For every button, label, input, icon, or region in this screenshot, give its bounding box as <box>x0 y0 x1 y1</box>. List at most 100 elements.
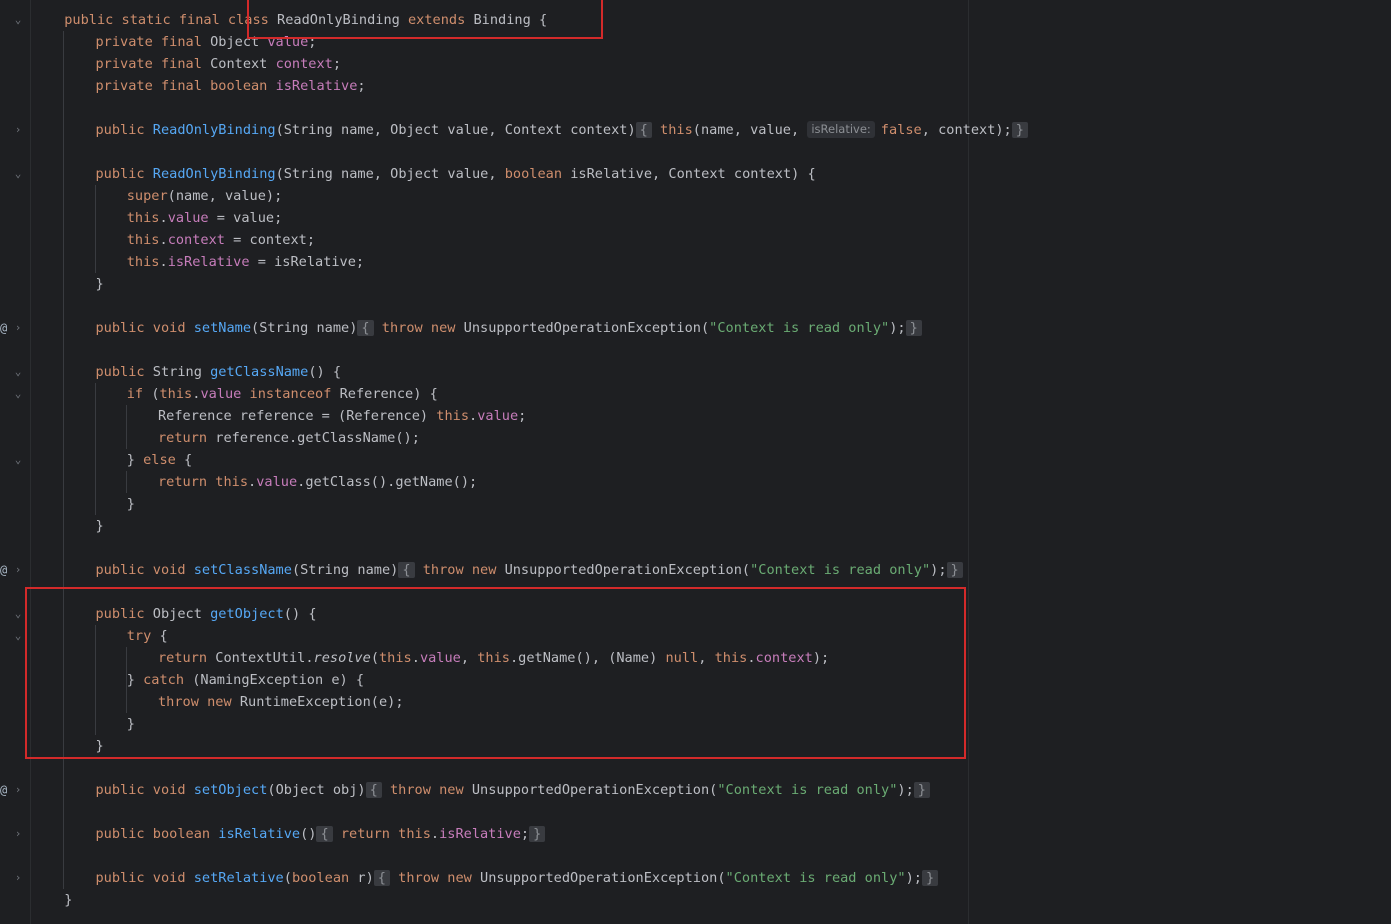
code-token: ); <box>897 782 914 798</box>
code-token: ( <box>283 870 292 886</box>
fold-toggle-icon[interactable]: ⌄ <box>13 361 23 383</box>
fold-toggle-icon[interactable]: › <box>13 867 23 889</box>
fold-toggle-icon[interactable]: › <box>13 119 23 141</box>
code-line[interactable]: return this.value.getClass().getName(); <box>158 471 477 493</box>
code-token: ); <box>812 650 830 666</box>
code-token: . <box>248 474 257 490</box>
code-token: setRelative <box>193 870 284 886</box>
code-line[interactable]: } else { <box>127 449 192 471</box>
code-line[interactable]: public ReadOnlyBinding(String name, Obje… <box>96 163 816 185</box>
fold-toggle-icon[interactable]: › <box>13 559 23 581</box>
code-line[interactable]: return reference.getClassName(); <box>158 427 420 449</box>
code-line[interactable]: } <box>96 735 104 757</box>
code-line[interactable]: public void setObject(Object obj){ throw… <box>96 779 930 801</box>
code-token: ContextUtil. <box>215 650 314 666</box>
code-line[interactable]: } <box>127 493 135 515</box>
code-token: isRelative <box>218 826 301 842</box>
folded-region[interactable]: } <box>946 562 963 578</box>
code-token: value <box>256 474 298 490</box>
folded-region[interactable]: } <box>905 320 922 336</box>
override-marker-icon[interactable]: @ <box>0 559 7 581</box>
code-line[interactable]: throw new RuntimeException(e); <box>158 691 404 713</box>
fold-toggle-icon[interactable]: ⌄ <box>13 449 23 471</box>
code-line[interactable]: public void setRelative(boolean r){ thro… <box>96 867 939 889</box>
folded-region[interactable]: { <box>398 562 415 578</box>
folded-region[interactable]: { <box>373 870 390 886</box>
folded-region[interactable]: } <box>529 826 546 842</box>
code-line[interactable]: } catch (NamingException e) { <box>127 669 364 691</box>
code-line[interactable]: if (this.value instanceof Reference) { <box>127 383 438 405</box>
code-line[interactable]: } <box>64 889 72 911</box>
code-token: UnsupportedOperationException( <box>480 870 726 886</box>
override-marker-icon[interactable]: @ <box>0 317 7 339</box>
code-token: r) <box>357 870 374 886</box>
code-line[interactable]: } <box>96 515 104 537</box>
code-line[interactable]: public static final class ReadOnlyBindin… <box>64 9 547 31</box>
code-token: } <box>95 518 104 534</box>
code-line[interactable]: } <box>96 273 104 295</box>
folded-region[interactable]: { <box>635 122 652 138</box>
code-line[interactable]: Reference reference = (Reference) this.v… <box>158 405 526 427</box>
code-line[interactable]: public void setName(String name){ throw … <box>96 317 922 339</box>
indent-guide <box>125 405 127 449</box>
code-token: ); <box>930 562 947 578</box>
folded-region[interactable]: { <box>357 320 374 336</box>
code-token: } <box>95 738 104 754</box>
code-token: { <box>184 452 193 468</box>
code-line[interactable]: public Object getObject() { <box>96 603 317 625</box>
override-marker-icon[interactable]: @ <box>0 779 7 801</box>
code-line[interactable]: private final Object value; <box>96 31 317 53</box>
code-token: , <box>460 650 478 666</box>
code-token: , context); <box>921 122 1012 138</box>
code-token: isRelative <box>275 78 358 94</box>
code-line[interactable]: private final boolean isRelative; <box>96 75 366 97</box>
code-line[interactable]: public void setClassName(String name){ t… <box>96 559 963 581</box>
code-token: . <box>159 254 168 270</box>
code-token: Object <box>210 34 268 50</box>
code-token: false <box>880 122 922 138</box>
code-line[interactable]: public ReadOnlyBinding(String name, Obje… <box>96 119 1028 141</box>
code-line[interactable]: return ContextUtil.resolve(this.value, t… <box>158 647 829 669</box>
fold-toggle-icon[interactable]: ⌄ <box>13 383 23 405</box>
code-token: ; <box>520 826 530 842</box>
code-editor[interactable]: ⌄ › ⌄ › ⌄ ⌄ ⌄ › ⌄ ⌄ › › › @ @ @ public static final cla… <box>0 0 1391 924</box>
fold-toggle-icon[interactable]: › <box>13 823 23 845</box>
folded-region[interactable]: { <box>316 826 333 842</box>
fold-toggle-icon[interactable]: › <box>13 317 23 339</box>
folded-region[interactable]: } <box>1011 122 1028 138</box>
code-token: null <box>665 650 699 666</box>
code-token: throw new <box>158 694 240 710</box>
code-token: . <box>430 826 440 842</box>
indent-guide <box>94 383 96 515</box>
code-token: } <box>126 496 135 512</box>
code-line[interactable]: this.value = value; <box>127 207 283 229</box>
code-token: "Context is read only" <box>725 870 906 886</box>
folded-region[interactable]: } <box>921 870 939 886</box>
code-token: getObject <box>210 606 284 622</box>
code-line[interactable]: public boolean isRelative(){ return this… <box>96 823 546 845</box>
code-line[interactable]: this.isRelative = isRelative; <box>127 251 364 273</box>
fold-toggle-icon[interactable]: ⌄ <box>13 9 23 31</box>
code-token: ( <box>151 386 160 402</box>
fold-toggle-icon[interactable]: ⌄ <box>13 625 23 647</box>
code-token: ReadOnlyBinding <box>152 166 276 182</box>
code-token: return this <box>158 474 249 490</box>
code-line[interactable]: private final Context context; <box>96 53 342 75</box>
code-token: ; <box>308 34 317 50</box>
fold-toggle-icon[interactable]: › <box>13 779 23 801</box>
code-line[interactable]: super(name, value); <box>127 185 283 207</box>
folded-region[interactable]: { <box>365 782 382 798</box>
fold-toggle-icon[interactable]: ⌄ <box>13 603 23 625</box>
code-token: UnsupportedOperationException( <box>471 782 718 798</box>
folded-region[interactable]: } <box>913 782 930 798</box>
code-line[interactable]: public String getClassName() { <box>96 361 342 383</box>
code-token: isRelative, Context context) { <box>570 166 816 182</box>
code-line[interactable]: try { <box>127 625 168 647</box>
code-token: this <box>159 386 193 402</box>
fold-toggle-icon[interactable]: ⌄ <box>13 163 23 185</box>
code-token: (String name, Object value, <box>275 166 505 182</box>
code-line[interactable]: this.context = context; <box>127 229 315 251</box>
code-token: Reference) { <box>339 386 438 402</box>
code-token: setObject <box>193 782 268 798</box>
code-line[interactable]: } <box>127 713 135 735</box>
